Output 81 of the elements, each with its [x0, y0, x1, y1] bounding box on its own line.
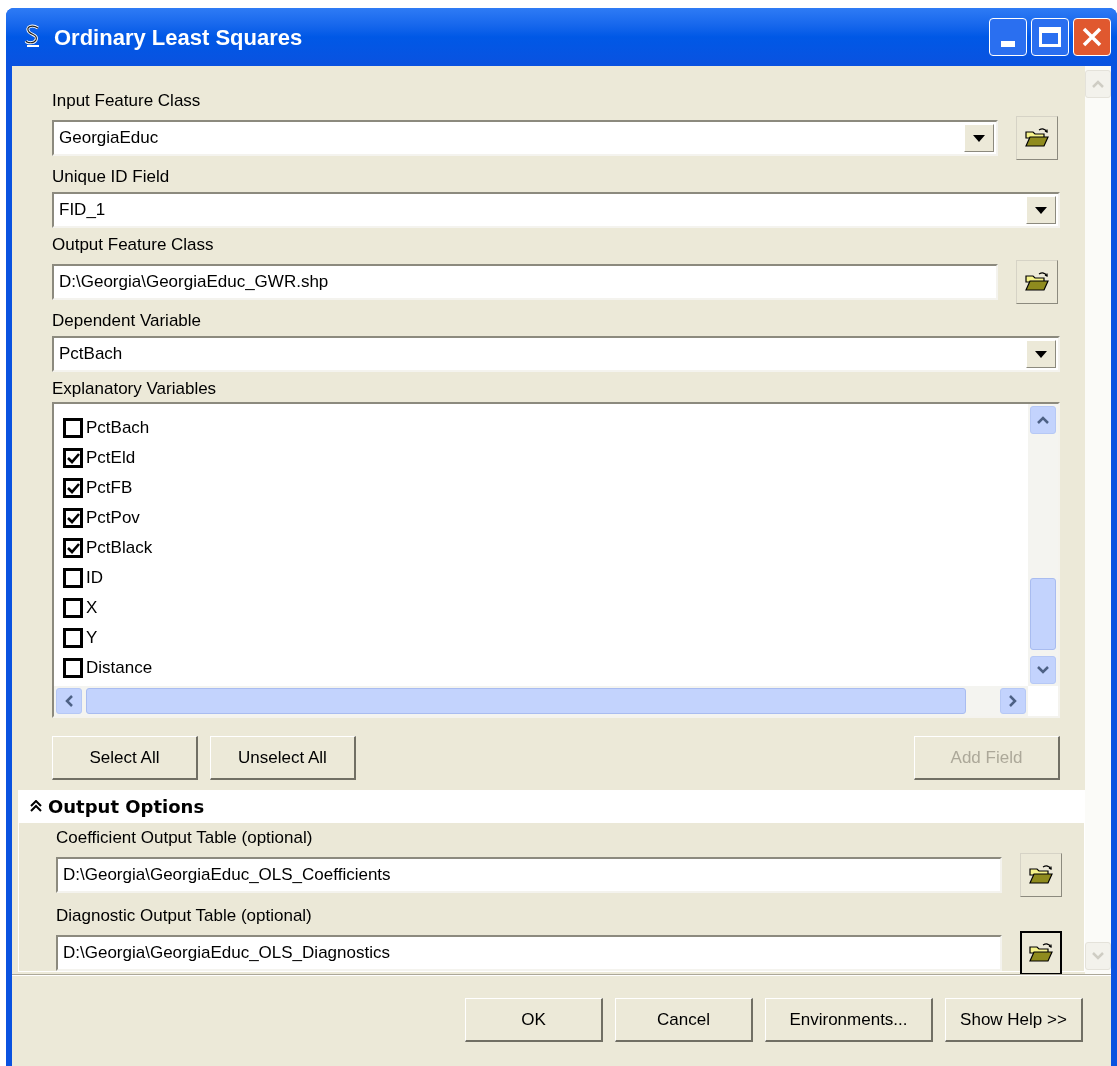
field-value: FID_1	[59, 199, 107, 222]
close-icon	[1082, 27, 1102, 47]
dialog-button[interactable]: Cancel	[615, 998, 753, 1042]
open-folder-icon	[1028, 863, 1054, 887]
chevron-left-icon	[65, 695, 73, 707]
open-folder-icon	[1024, 126, 1050, 150]
check-icon	[66, 512, 80, 524]
maximize-button[interactable]	[1031, 18, 1069, 56]
input-field[interactable]: D:\Georgia\GeorgiaEduc_OLS_Coefficients	[56, 857, 1002, 893]
checkbox-label: Y	[86, 628, 98, 648]
field-label: Diagnostic Output Table (optional)	[56, 905, 313, 927]
field-value: D:\Georgia\GeorgiaEduc_OLS_Diagnostics	[63, 942, 391, 965]
open-folder-icon	[1024, 270, 1050, 294]
minimize-button[interactable]	[989, 18, 1027, 56]
checkbox-label: PctBach	[86, 418, 150, 438]
dropdown-field[interactable]: FID_1	[52, 192, 1060, 228]
horizontal-scrollbar[interactable]	[54, 686, 1028, 716]
checkbox-label: PctPov	[86, 508, 140, 528]
chevron-right-icon	[1009, 695, 1017, 707]
dropdown-field[interactable]: GeorgiaEduc	[52, 120, 998, 156]
field-value: D:\Georgia\GeorgiaEduc_OLS_Coefficients	[63, 864, 392, 887]
checkbox-label: PctEld	[86, 448, 136, 468]
field-label: Input Feature Class	[52, 90, 202, 112]
field-value: GeorgiaEduc	[59, 127, 160, 150]
checkbox[interactable]	[63, 538, 83, 558]
field-value: PctBach	[59, 343, 124, 366]
dropdown-button[interactable]	[964, 124, 994, 152]
dialog-button[interactable]: Show Help >>	[945, 998, 1083, 1042]
checkbox[interactable]	[63, 658, 83, 678]
input-field[interactable]: D:\Georgia\GeorgiaEduc_OLS_Diagnostics	[56, 935, 1002, 971]
dropdown-field[interactable]: PctBach	[52, 336, 1060, 372]
scroll-right-button[interactable]	[1000, 688, 1026, 714]
dialog-button[interactable]: Unselect All	[210, 736, 356, 780]
section-header[interactable]: Output Options	[18, 790, 1085, 822]
section-title: Output Options	[48, 794, 205, 819]
check-icon	[66, 452, 80, 464]
checkbox[interactable]	[63, 568, 83, 588]
scroll-up-button[interactable]	[1030, 406, 1056, 434]
field-label: Output Feature Class	[52, 234, 215, 256]
caret-down-icon	[1035, 350, 1047, 358]
checkbox[interactable]	[63, 448, 83, 468]
checkbox[interactable]	[63, 418, 83, 438]
checkbox-label: Distance	[86, 658, 153, 678]
checkbox[interactable]	[63, 598, 83, 618]
chevron-down-icon	[1037, 666, 1049, 674]
window-title: Ordinary Least Squares	[54, 23, 303, 52]
checkbox-label: ID	[86, 568, 103, 588]
scroll-left-button[interactable]	[56, 688, 82, 714]
checkbox-label: X	[86, 598, 98, 618]
scroll-thumb[interactable]	[1030, 578, 1056, 650]
caret-down-icon	[973, 134, 985, 142]
dropdown-button[interactable]	[1026, 340, 1056, 368]
checkbox[interactable]	[63, 478, 83, 498]
chevron-up-icon	[1092, 80, 1104, 88]
vertical-scrollbar[interactable]	[1028, 404, 1058, 686]
checkbox[interactable]	[63, 508, 83, 528]
close-button[interactable]	[1073, 18, 1111, 56]
field-label: Dependent Variable	[52, 310, 202, 332]
chevron-up-icon	[1037, 416, 1049, 424]
field-label: Explanatory Variables	[52, 378, 218, 400]
scroll-thumb[interactable]	[86, 688, 966, 714]
chevron-down-icon	[1092, 952, 1104, 960]
browse-button[interactable]	[1020, 931, 1062, 975]
input-field[interactable]: D:\Georgia\GeorgiaEduc_GWR.shp	[52, 264, 998, 300]
field-label: Unique ID Field	[52, 166, 171, 188]
dialog-button[interactable]: OK	[465, 998, 603, 1042]
checkbox-label: PctFB	[86, 478, 133, 498]
dialog-button[interactable]: Environments...	[765, 998, 933, 1042]
dropdown-button[interactable]	[1026, 196, 1056, 224]
minimize-icon	[1001, 41, 1015, 47]
field-value: D:\Georgia\GeorgiaEduc_GWR.shp	[59, 271, 330, 294]
maximize-icon	[1039, 27, 1061, 47]
check-icon	[66, 542, 80, 554]
check-icon	[66, 482, 80, 494]
scroll-down-button[interactable]	[1030, 656, 1056, 684]
open-folder-icon	[1028, 941, 1054, 965]
checkbox[interactable]	[63, 628, 83, 648]
field-label: Coefficient Output Table (optional)	[56, 827, 314, 849]
checkbox-label: PctBlack	[86, 538, 153, 558]
caret-down-icon	[1035, 206, 1047, 214]
dialog-button[interactable]: Select All	[52, 736, 198, 780]
